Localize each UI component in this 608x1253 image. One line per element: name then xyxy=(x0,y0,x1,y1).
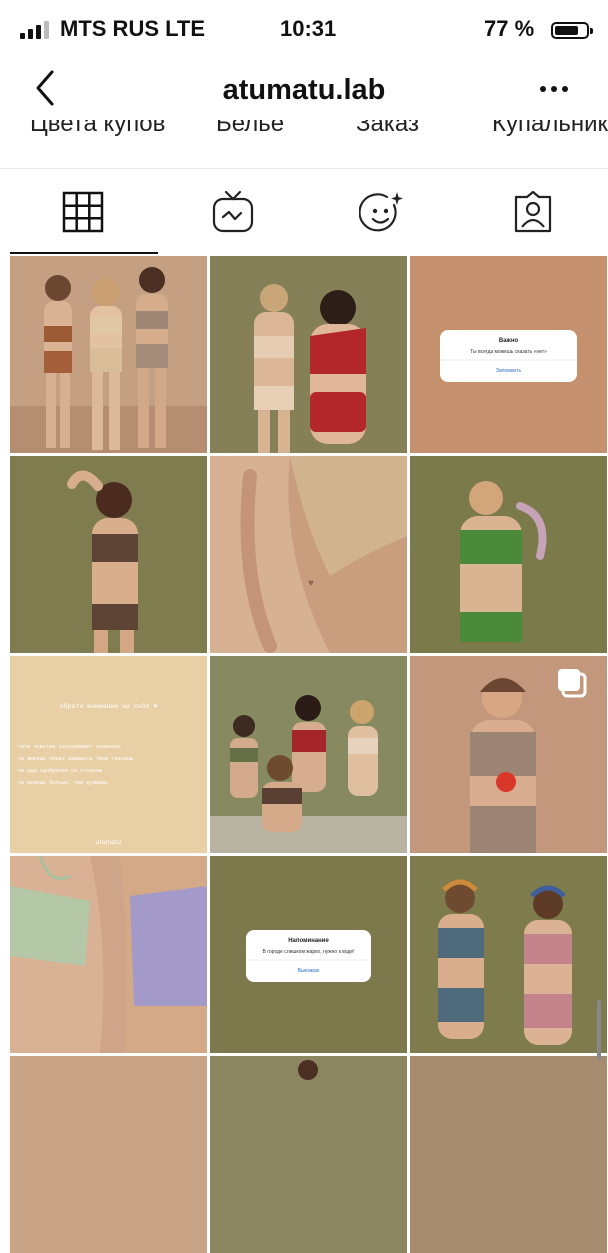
tab-effects[interactable] xyxy=(308,170,458,254)
dialog-body: Ты всегда можешь сказать «нет» xyxy=(470,349,547,355)
post-thumbnail[interactable] xyxy=(10,256,207,453)
profile-header: atumatu.lab xyxy=(0,60,608,120)
story-highlights: Цвета купов Белье Заказ Купальник xyxy=(0,120,608,148)
igtv-icon xyxy=(212,190,254,233)
post-thumbnail[interactable] xyxy=(410,856,607,1053)
post-thumbnail[interactable] xyxy=(210,656,407,853)
post-text-line: ты можешь больше, чем думаешь xyxy=(18,780,108,786)
grid-icon xyxy=(62,191,104,233)
dialog-body: В городе слишком жарко, нужно к воде! xyxy=(262,949,354,955)
post-thumbnail[interactable]: Напоминание В городе слишком жарко, нужн… xyxy=(210,856,407,1053)
carrier-label: MTS RUS LTE xyxy=(60,16,206,41)
post-text-line: ты имеешь право защищать твои границы xyxy=(18,756,133,762)
post-thumbnail[interactable] xyxy=(410,656,607,853)
post-signature: atumatu xyxy=(96,839,122,846)
profile-tabs xyxy=(0,170,608,254)
posts-grid: Важно Ты всегда можешь сказать «нет» Зап… xyxy=(10,256,608,1253)
status-bar: MTS RUS LTE 10:31 77 % xyxy=(0,0,608,56)
post-thumbnail[interactable] xyxy=(210,1056,407,1253)
highlight-label[interactable]: Заказ xyxy=(356,120,419,138)
post-thumbnail[interactable]: обрати внимание на себя ♥ твои чувства з… xyxy=(10,656,207,853)
post-thumbnail[interactable]: ♥ xyxy=(210,456,407,653)
dialog-action: Запомнить xyxy=(496,368,522,374)
post-thumbnail[interactable]: Важно Ты всегда можешь сказать «нет» Зап… xyxy=(410,256,607,453)
profile-username: atumatu.lab xyxy=(222,74,386,106)
signal-icon xyxy=(20,21,49,39)
scrollbar[interactable] xyxy=(597,1000,601,1060)
tagged-icon xyxy=(514,190,552,233)
dialog-title: Напоминание xyxy=(288,938,329,944)
active-tab-indicator xyxy=(10,252,158,254)
post-thumbnail[interactable] xyxy=(10,856,207,1053)
post-thumbnail[interactable] xyxy=(410,1056,607,1253)
post-text-line: твои чувства заслуживают уважения xyxy=(18,744,121,750)
highlight-label[interactable]: Купальник xyxy=(492,120,608,138)
dialog-title: Важно xyxy=(499,338,519,344)
post-thumbnail[interactable] xyxy=(210,256,407,453)
post-thumbnail[interactable] xyxy=(410,456,607,653)
post-thumbnail[interactable] xyxy=(10,456,207,653)
post-thumbnail[interactable] xyxy=(10,1056,207,1253)
divider xyxy=(0,168,608,169)
effects-icon xyxy=(359,192,403,232)
back-chevron-icon[interactable] xyxy=(30,68,64,108)
tab-igtv[interactable] xyxy=(158,170,308,254)
post-text-heading: обрати внимание на себя ♥ xyxy=(60,702,158,710)
tab-tagged[interactable] xyxy=(458,170,608,254)
more-options-icon[interactable] xyxy=(540,86,568,92)
battery-icon xyxy=(551,22,593,39)
svg-text:♥: ♥ xyxy=(308,578,314,589)
tab-grid[interactable] xyxy=(8,170,158,254)
battery-percent: 77 % xyxy=(484,16,535,41)
highlight-label[interactable]: Цвета купов xyxy=(30,120,165,138)
highlight-label[interactable]: Белье xyxy=(216,120,284,138)
clock: 10:31 xyxy=(280,16,337,41)
dialog-action: Выезжаю xyxy=(298,968,320,974)
post-text-line: не жди одобрения со стороны xyxy=(18,768,102,774)
